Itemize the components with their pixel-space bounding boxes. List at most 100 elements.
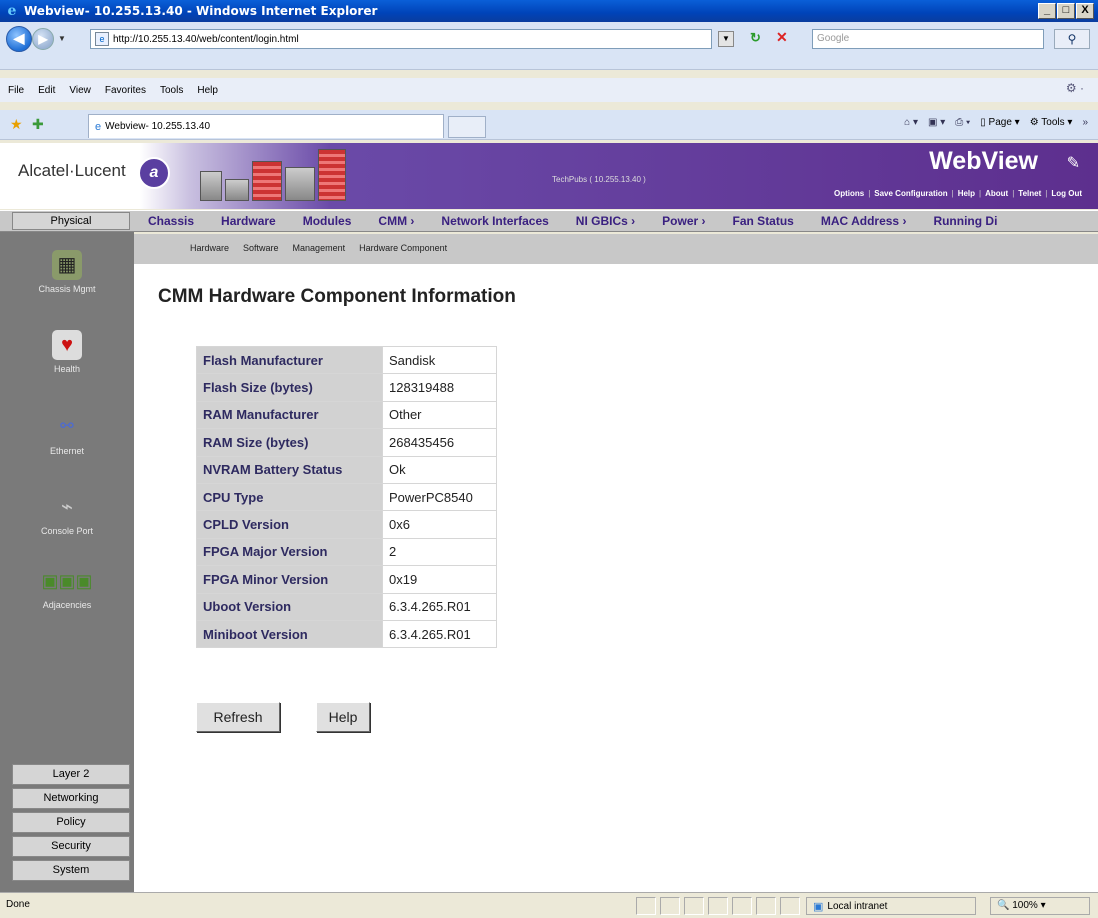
- status-text: Done: [6, 899, 30, 910]
- row-label: CPU Type: [196, 482, 383, 512]
- zoom-control[interactable]: 🔍 100% ▾: [990, 897, 1090, 915]
- menu-favorites[interactable]: Favorites: [105, 85, 146, 96]
- equipment-image: [200, 149, 346, 201]
- hardware-info-table: Flash Manufacturer Sandisk Flash Size (byt…: [196, 345, 497, 649]
- row-label: FPGA Minor Version: [196, 565, 383, 594]
- menu-file[interactable]: File: [8, 85, 24, 96]
- nav-running-directory[interactable]: Running Di: [933, 214, 997, 228]
- subnav-hardware-component[interactable]: Hardware Component: [359, 243, 447, 253]
- security-zone[interactable]: ▣ Local intranet: [806, 897, 976, 915]
- address-dropdown-icon[interactable]: ▼: [718, 31, 734, 47]
- ie-logo-icon: e: [7, 3, 17, 19]
- nav-mac-address-label: MAC Address: [820, 214, 900, 228]
- maximize-button[interactable]: □: [1057, 3, 1075, 19]
- nav-ni-gbics[interactable]: NI GBICs ›: [576, 214, 635, 228]
- nav-items: Chassis Hardware Modules CMM › Network I…: [148, 214, 997, 228]
- row-label: Flash Manufacturer: [196, 345, 383, 375]
- nav-cmm[interactable]: CMM ›: [378, 214, 414, 228]
- row-value: PowerPC8540: [382, 482, 497, 512]
- page-icon: e: [95, 32, 109, 46]
- sidebar-item-chassis-mgmt[interactable]: ▦ Chassis Mgmt: [0, 250, 134, 294]
- print-icon[interactable]: ⎙ ▾: [955, 117, 970, 128]
- table-row: CPU Type PowerPC8540: [196, 482, 497, 512]
- row-value: 128319488: [382, 373, 497, 402]
- nav-modules[interactable]: Modules: [303, 214, 352, 228]
- table-row: Uboot Version 6.3.4.265.R01: [196, 592, 497, 621]
- menu-edit[interactable]: Edit: [38, 85, 55, 96]
- about-link[interactable]: About: [985, 189, 1008, 198]
- close-button[interactable]: X: [1076, 3, 1094, 19]
- ethernet-icon: ⚯: [60, 418, 74, 435]
- sidebar-layer2[interactable]: Layer 2: [12, 764, 130, 785]
- nav-chassis[interactable]: Chassis: [148, 214, 194, 228]
- back-button[interactable]: ◀: [6, 26, 32, 52]
- status-cell: [684, 897, 704, 915]
- nav-mac-address[interactable]: MAC Address ›: [821, 214, 907, 228]
- refresh-icon[interactable]: ↻: [750, 30, 761, 46]
- logout-link[interactable]: Log Out: [1051, 189, 1082, 198]
- sidebar-networking[interactable]: Networking: [12, 788, 130, 809]
- nav-network-interfaces[interactable]: Network Interfaces: [441, 214, 548, 228]
- add-favorites-icon[interactable]: ✚: [32, 116, 44, 133]
- table-row: NVRAM Battery Status Ok: [196, 455, 497, 484]
- sidebar-item-console-port[interactable]: ⌁ Console Port: [0, 492, 134, 536]
- forward-button[interactable]: ▶: [32, 28, 54, 50]
- browser-tab[interactable]: e Webview- 10.255.13.40: [88, 114, 444, 138]
- refresh-button[interactable]: Refresh: [196, 702, 280, 732]
- search-input[interactable]: Google: [812, 29, 1044, 49]
- webview-header: Alcatel·Lucent a TechPubs ( 10.255.13.40…: [0, 143, 1098, 209]
- table-row: Miniboot Version 6.3.4.265.R01: [196, 619, 497, 649]
- new-tab-button[interactable]: [448, 116, 486, 138]
- physical-tab[interactable]: Physical: [12, 212, 130, 230]
- telnet-link[interactable]: Telnet: [1018, 189, 1041, 198]
- window-titlebar: e Webview- 10.255.13.40 - Windows Intern…: [0, 0, 1098, 22]
- alcatel-logo-icon: a: [138, 157, 170, 189]
- host-label: TechPubs ( 10.255.13.40 ): [552, 175, 646, 184]
- search-icon[interactable]: ⚲: [1054, 29, 1090, 49]
- page-menu[interactable]: ▯ Page ▾: [980, 117, 1019, 128]
- adjacencies-icon: ▣▣▣: [41, 571, 93, 591]
- main-nav: Physical Chassis Hardware Modules CMM › …: [0, 210, 1098, 232]
- tab-bar: ★ ✚ e Webview- 10.255.13.40 ⌂ ▾ ▣ ▾ ⎙ ▾ …: [0, 110, 1098, 140]
- table-row: RAM Manufacturer Other: [196, 400, 497, 430]
- command-bar: ⌂ ▾ ▣ ▾ ⎙ ▾ ▯ Page ▾ ⚙ Tools ▾ »: [904, 117, 1088, 128]
- subnav-management[interactable]: Management: [293, 243, 346, 253]
- sidebar-item-adjacencies[interactable]: ▣▣▣ Adjacencies: [0, 566, 134, 610]
- help-link[interactable]: Help: [958, 189, 975, 198]
- nav-power[interactable]: Power ›: [662, 214, 705, 228]
- subnav-software[interactable]: Software: [243, 243, 279, 253]
- status-cell: [660, 897, 680, 915]
- row-value: Sandisk: [382, 345, 497, 375]
- sidebar: ▦ Chassis Mgmt ♥ Health ⚯ Ethernet ⌁ Con…: [0, 232, 134, 892]
- menu-view[interactable]: View: [69, 85, 91, 96]
- nav-fan-status[interactable]: Fan Status: [733, 214, 794, 228]
- address-input[interactable]: e http://10.255.13.40/web/content/login.…: [90, 29, 712, 49]
- nav-cmm-label: CMM: [378, 214, 408, 228]
- menu-help[interactable]: Help: [197, 85, 218, 96]
- sidebar-item-health[interactable]: ♥ Health: [0, 330, 134, 374]
- row-label: CPLD Version: [196, 510, 383, 539]
- feeds-icon[interactable]: ▣ ▾: [928, 117, 945, 128]
- help-button[interactable]: Help: [316, 702, 370, 732]
- history-dropdown-icon[interactable]: ▼: [58, 34, 66, 43]
- connection-icon[interactable]: ⚙ ·: [1066, 81, 1084, 95]
- subnav-hardware[interactable]: Hardware: [190, 243, 229, 253]
- app-title: WebView: [929, 147, 1038, 175]
- chassis-icon: ▦: [52, 250, 82, 280]
- sidebar-security[interactable]: Security: [12, 836, 130, 857]
- nav-hardware[interactable]: Hardware: [221, 214, 276, 228]
- favorites-star-icon[interactable]: ★: [10, 116, 23, 133]
- window-title: Webview- 10.255.13.40 - Windows Internet…: [24, 4, 378, 18]
- minimize-button[interactable]: _: [1038, 3, 1056, 19]
- sidebar-label: Chassis Mgmt: [38, 284, 96, 294]
- menu-tools[interactable]: Tools: [160, 85, 183, 96]
- save-configuration-link[interactable]: Save Configuration: [874, 189, 947, 198]
- sidebar-policy[interactable]: Policy: [12, 812, 130, 833]
- chevron-more-icon[interactable]: »: [1082, 117, 1088, 128]
- tools-menu[interactable]: ⚙ Tools ▾: [1030, 117, 1073, 128]
- home-icon[interactable]: ⌂ ▾: [904, 117, 918, 128]
- options-link[interactable]: Options: [834, 189, 864, 198]
- sidebar-system[interactable]: System: [12, 860, 130, 881]
- sidebar-item-ethernet[interactable]: ⚯ Ethernet: [0, 412, 134, 456]
- stop-icon[interactable]: ✕: [776, 29, 788, 46]
